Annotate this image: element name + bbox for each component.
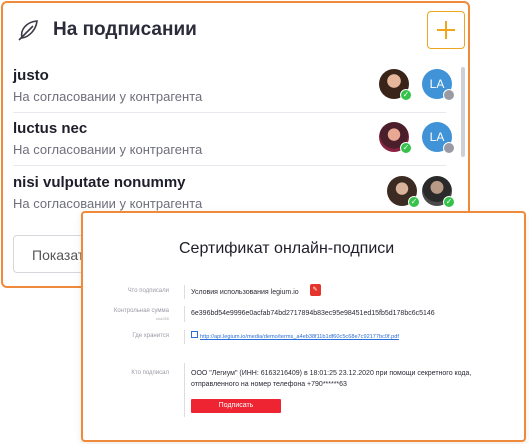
signer-info: ООО "Легиум" (ИНН: 6163216409) в 18:01:2… bbox=[191, 370, 472, 388]
item-status: На согласовании у контрагента bbox=[13, 196, 203, 211]
external-link-icon bbox=[191, 331, 198, 338]
checksum-value: 6e396bd54e9996e0acfab74bd2717894b83ec95e… bbox=[191, 310, 435, 317]
checksum-sublabel: sha256 bbox=[155, 316, 169, 321]
check-icon: ✓ bbox=[400, 142, 412, 154]
item-title: justo bbox=[13, 67, 49, 84]
feather-icon bbox=[18, 20, 38, 41]
signer-label: Кто подписал bbox=[131, 370, 169, 376]
avatar: LA bbox=[422, 69, 455, 101]
list-item[interactable]: luctus nec На согласовании у контрагента… bbox=[3, 114, 458, 166]
avatar: ✓ bbox=[379, 69, 412, 101]
item-title: nisi vulputate nonummy bbox=[13, 174, 186, 191]
certificate-title: Сертификат онлайн-подписи bbox=[179, 240, 395, 257]
add-button[interactable] bbox=[427, 11, 465, 49]
avatar: ✓ bbox=[387, 176, 420, 208]
item-status: На согласовании у контрагента bbox=[13, 89, 203, 104]
item-status: На согласовании у контрагента bbox=[13, 142, 203, 157]
panel-header: На подписании bbox=[3, 3, 468, 61]
check-icon: ✓ bbox=[400, 89, 412, 101]
document-name: Условия использования legium.io ✎ bbox=[191, 284, 325, 298]
checksum-label: Контрольная сумма sha256 bbox=[93, 307, 169, 323]
item-title: luctus nec bbox=[13, 120, 88, 137]
list-item[interactable]: justo На согласовании у контрагента ✓ LA bbox=[3, 61, 458, 113]
storage-link[interactable]: http://api.legium.io/media/demo/terms_a4… bbox=[191, 331, 399, 343]
panel-title: На подписании bbox=[53, 19, 197, 40]
avatar: ✓ bbox=[379, 122, 412, 154]
sign-button[interactable]: Подписать bbox=[191, 399, 281, 413]
what-signed-label: Что подписали bbox=[127, 288, 169, 294]
check-icon: ✓ bbox=[408, 196, 420, 208]
scrollbar[interactable] bbox=[461, 67, 465, 157]
check-icon: ✓ bbox=[443, 196, 455, 208]
avatar: ✓ bbox=[422, 176, 455, 208]
avatar: LA bbox=[422, 122, 455, 154]
clock-icon bbox=[443, 142, 455, 154]
pdf-icon[interactable]: ✎ bbox=[309, 284, 321, 296]
stored-label: Где хранится bbox=[132, 333, 169, 339]
certificate-card: Сертификат онлайн-подписи Что подписали … bbox=[81, 211, 526, 442]
clock-icon bbox=[443, 89, 455, 101]
